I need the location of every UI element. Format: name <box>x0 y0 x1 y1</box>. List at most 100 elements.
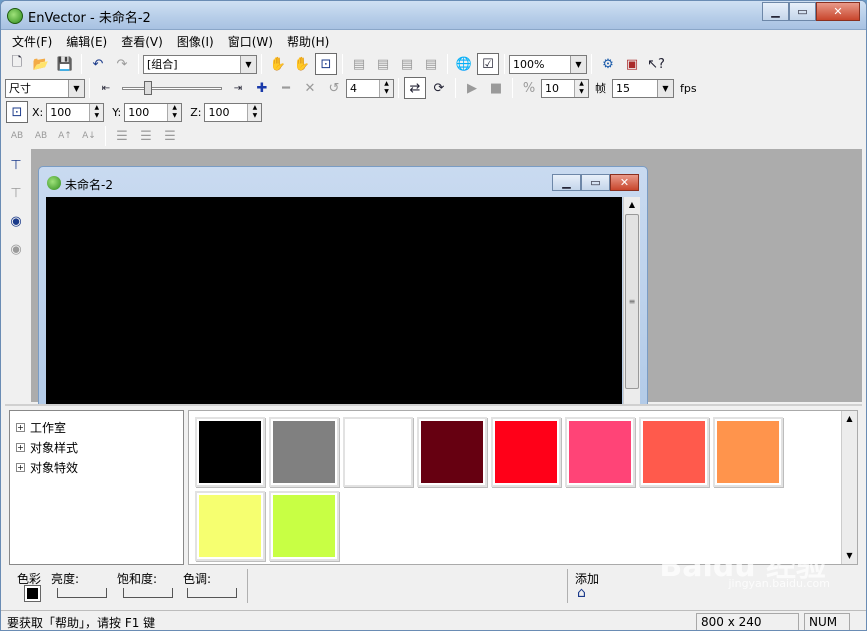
shape-select-icon[interactable]: ◉ <box>5 210 27 232</box>
menu-view[interactable]: 查看(V) <box>114 33 170 50</box>
spin-arrows-icon[interactable]: ▲ ▼ <box>379 79 393 97</box>
frame-spinner[interactable]: 10 ▲ ▼ <box>541 78 589 98</box>
minimize-button[interactable]: ▁ <box>762 2 789 21</box>
color-swatch[interactable] <box>269 417 339 487</box>
color-swatch[interactable] <box>639 417 709 487</box>
text-leading-down-icon[interactable]: A↓ <box>78 125 100 147</box>
align-center-icon[interactable]: ☰ <box>135 125 157 147</box>
current-color-swatch[interactable] <box>24 585 41 602</box>
drawing-canvas[interactable] <box>46 197 622 407</box>
scroll-up-icon[interactable]: ▲ <box>842 411 857 427</box>
align-right-icon[interactable]: ☰ <box>159 125 181 147</box>
tree-item-studio[interactable]: + 工作室 <box>16 419 66 436</box>
checkbox-tool-icon[interactable]: ☑ <box>477 53 499 75</box>
spin-arrows-icon[interactable]: ▲ ▼ <box>167 103 182 121</box>
render-icon[interactable]: ⚙ <box>597 53 619 75</box>
start-marker-icon[interactable]: ⇤ <box>95 77 117 99</box>
align-left-icon[interactable]: ☰ <box>111 125 133 147</box>
save-icon[interactable]: 💾 <box>54 53 76 75</box>
document-scrollbar[interactable]: ▲ ≡ <box>623 197 640 407</box>
menu-window[interactable]: 窗口(W) <box>221 33 280 50</box>
spin-arrows-icon[interactable]: ▲ ▼ <box>574 79 588 97</box>
maximize-button[interactable]: ▭ <box>789 2 816 21</box>
play-icon[interactable]: ▶ <box>461 77 483 99</box>
menu-edit[interactable]: 编辑(E) <box>59 33 114 50</box>
remove-keyframe-icon[interactable]: ━ <box>275 77 297 99</box>
text-box-alt-icon[interactable]: ⊤ <box>5 182 27 204</box>
color-adjust-bar: 色彩 亮度: 饱和度: 色调: 添加 ⌂ <box>5 567 862 607</box>
scroll-down-icon[interactable]: ▼ <box>842 548 857 564</box>
color-swatch[interactable] <box>565 417 635 487</box>
layer-back-icon[interactable]: ▤ <box>420 53 442 75</box>
doc-close-button[interactable]: ✕ <box>610 174 639 191</box>
menu-file[interactable]: 文件(F) <box>5 33 59 50</box>
z-spinner[interactable]: 100 ▲ ▼ <box>204 102 263 122</box>
document-title: 未命名-2 <box>65 178 113 192</box>
rotate-hand-icon[interactable]: ✋ <box>291 53 313 75</box>
help-pointer-icon[interactable]: ↖? <box>645 53 667 75</box>
transform-icon[interactable]: ⊡ <box>6 101 28 123</box>
color-swatch[interactable] <box>195 491 265 561</box>
text-spacing-icon[interactable]: AB <box>6 125 28 147</box>
text-spacing-narrow-icon[interactable]: AB <box>30 125 52 147</box>
doc-minimize-button[interactable]: ▁ <box>552 174 581 191</box>
expand-icon[interactable]: + <box>16 443 25 452</box>
scroll-up-icon[interactable]: ▲ <box>624 197 640 213</box>
fps-combo[interactable]: 15 ▼ <box>612 78 674 98</box>
color-swatch[interactable] <box>713 417 783 487</box>
cycle-icon[interactable]: ⟳ <box>428 77 450 99</box>
saturation-slider[interactable] <box>123 588 173 598</box>
new-file-icon[interactable]: 🗋 <box>6 53 28 75</box>
percent-icon[interactable]: % <box>518 77 540 99</box>
text-leading-up-icon[interactable]: A↑ <box>54 125 76 147</box>
clear-keyframes-icon[interactable]: ✕ <box>299 77 321 99</box>
add-keyframe-icon[interactable]: ✚ <box>251 77 273 99</box>
color-swatch[interactable] <box>343 417 413 487</box>
export-icon[interactable]: ▣ <box>621 53 643 75</box>
close-button[interactable]: ✕ <box>816 2 860 21</box>
expand-icon[interactable]: + <box>16 463 25 472</box>
color-swatch[interactable] <box>417 417 487 487</box>
swatch-scrollbar[interactable]: ▲ ▼ <box>841 411 857 564</box>
y-spinner[interactable]: 100 ▲ ▼ <box>124 102 183 122</box>
layer-forward-icon[interactable]: ▤ <box>372 53 394 75</box>
x-spinner[interactable]: 100 ▲ ▼ <box>46 102 105 122</box>
scroll-thumb[interactable]: ≡ <box>625 214 639 389</box>
expand-icon[interactable]: + <box>16 423 25 432</box>
spin-arrows-icon[interactable]: ▲ ▼ <box>89 103 104 121</box>
shape-select-alt-icon[interactable]: ◉ <box>5 238 27 260</box>
select-transform-icon[interactable]: ⊡ <box>315 53 337 75</box>
doc-maximize-button[interactable]: ▭ <box>581 174 610 191</box>
group-combo[interactable]: [组合] ▼ <box>143 54 257 74</box>
color-swatch[interactable] <box>491 417 561 487</box>
loop-back-icon[interactable]: ↺ <box>323 77 345 99</box>
y-label: Y: <box>112 105 122 119</box>
menu-image[interactable]: 图像(I) <box>170 33 221 50</box>
layer-backward-icon[interactable]: ▤ <box>396 53 418 75</box>
stop-icon[interactable]: ■ <box>485 77 507 99</box>
hand-tool-icon[interactable]: ✋ <box>267 53 289 75</box>
brightness-slider[interactable] <box>57 588 107 598</box>
steps-spinner[interactable]: 4 ▲ ▼ <box>346 78 394 98</box>
redo-icon[interactable]: ↷ <box>111 53 133 75</box>
undo-icon[interactable]: ↶ <box>87 53 109 75</box>
spin-arrows-icon[interactable]: ▲ ▼ <box>247 103 262 121</box>
num-lock-indicator: NUM <box>804 613 850 630</box>
menu-help[interactable]: 帮助(H) <box>280 33 336 50</box>
globe-icon[interactable]: 🌐 <box>453 53 475 75</box>
color-swatch[interactable] <box>195 417 265 487</box>
tree-item-object-styles[interactable]: + 对象样式 <box>16 439 78 456</box>
text-box-icon[interactable]: ⊤ <box>5 154 27 176</box>
tree-item-object-effects[interactable]: + 对象特效 <box>16 459 78 476</box>
open-folder-icon[interactable]: 📂 <box>30 53 52 75</box>
add-to-library-icon[interactable]: ⌂ <box>577 585 586 601</box>
zoom-combo[interactable]: 100% ▼ <box>509 54 587 74</box>
hue-slider[interactable] <box>187 588 237 598</box>
timeline-slider[interactable] <box>122 79 222 97</box>
layer-front-icon[interactable]: ▤ <box>348 53 370 75</box>
color-swatch[interactable] <box>269 491 339 561</box>
end-marker-icon[interactable]: ⇥ <box>227 77 249 99</box>
mode-combo[interactable]: 尺寸 ▼ <box>5 78 85 98</box>
repeat-icon[interactable]: ⇄ <box>404 77 426 99</box>
slider-thumb[interactable] <box>144 81 152 95</box>
